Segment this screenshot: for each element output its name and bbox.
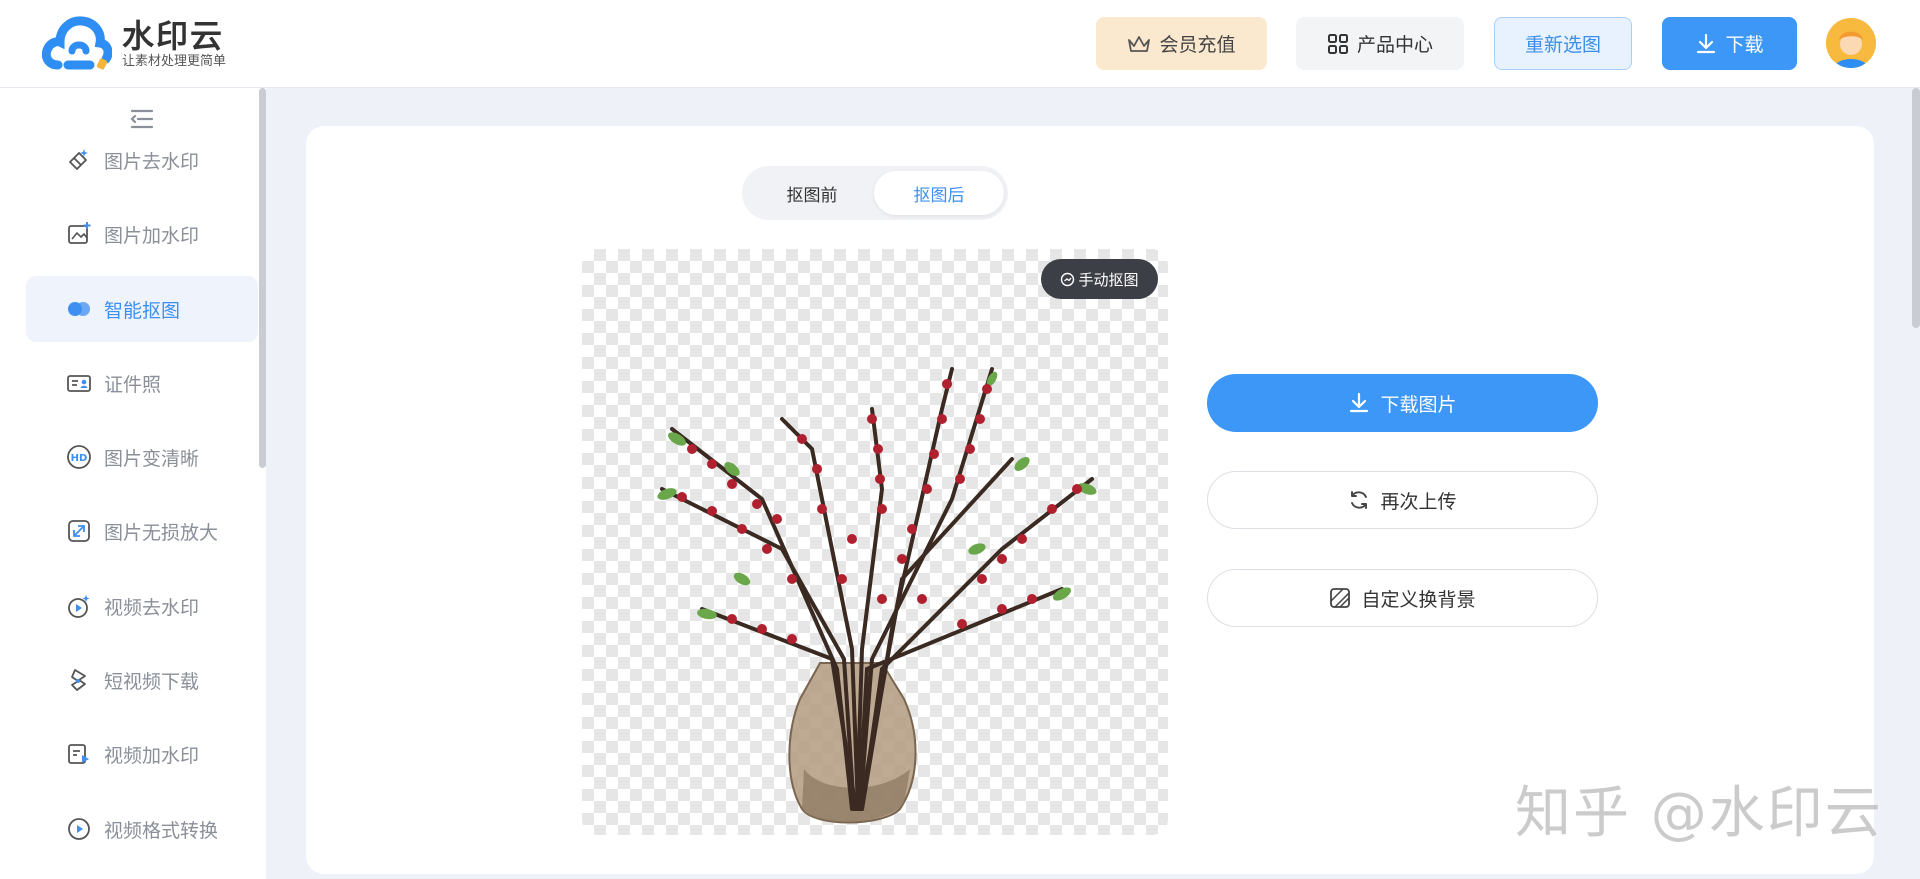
reupload-button[interactable]: 再次上传 — [1207, 471, 1598, 529]
sidebar-item-add-video-watermark[interactable]: 视频加水印 — [26, 721, 258, 787]
tab-after-cutout[interactable]: 抠图后 — [874, 171, 1004, 215]
sidebar-item-label: 智能抠图 — [104, 299, 181, 322]
crown-icon — [1127, 34, 1151, 54]
cloud-logo-icon — [42, 16, 112, 70]
hd-icon: HD — [66, 444, 92, 470]
custom-background-icon — [1329, 587, 1351, 609]
sidebar-item-image-enhance[interactable]: HD 图片变清晰 — [26, 424, 258, 490]
sidebar-item-smart-cutout[interactable]: 智能抠图 — [26, 276, 258, 342]
sidebar-item-video-format-convert[interactable]: 视频格式转换 — [26, 796, 258, 862]
custom-background-label: 自定义换背景 — [1361, 588, 1476, 611]
id-card-icon — [66, 370, 92, 396]
download-icon — [1348, 392, 1370, 414]
page-scrollbar[interactable] — [1912, 88, 1920, 328]
video-eraser-icon — [66, 593, 92, 619]
manual-cutout-button[interactable]: 手动抠图 — [1041, 259, 1158, 299]
download-image-label: 下载图片 — [1380, 393, 1457, 416]
download-image-button[interactable]: 下载图片 — [1207, 374, 1598, 432]
sidebar-item-id-photo[interactable]: 证件照 — [26, 350, 258, 416]
sidebar-item-add-image-watermark[interactable]: 图片加水印 — [26, 201, 258, 267]
cutout-preview-canvas[interactable] — [582, 249, 1168, 835]
download-label: 下载 — [1725, 34, 1764, 56]
logo-title: 水印云 — [122, 17, 225, 55]
sidebar-item-remove-video-watermark[interactable]: 视频去水印 — [26, 573, 258, 639]
image-add-icon — [66, 221, 92, 247]
app-logo[interactable]: 水印云 让素材处理更简单 — [42, 14, 226, 74]
sidebar-scrollbar[interactable] — [259, 88, 266, 468]
grid-icon — [1327, 33, 1349, 55]
logo-slogan: 让素材处理更简单 — [122, 54, 227, 69]
reselect-image-button[interactable]: 重新选图 — [1494, 17, 1632, 70]
products-label: 产品中心 — [1356, 34, 1433, 56]
top-header: 水印云 让素材处理更简单 会员充值 产品中心 重新选图 下载 — [0, 0, 1920, 88]
eraser-icon — [66, 147, 92, 173]
product-center-button[interactable]: 产品中心 — [1296, 17, 1464, 70]
flower-vase-image — [657, 367, 1097, 824]
smart-cutout-icon — [66, 296, 92, 322]
sidebar-item-label: 图片无损放大 — [104, 521, 219, 544]
sidebar-item-label: 图片加水印 — [104, 224, 200, 247]
sidebar-item-label: 视频格式转换 — [104, 819, 219, 842]
avatar-icon — [1826, 18, 1876, 68]
manual-cutout-icon — [1060, 272, 1075, 287]
tab-before-cutout[interactable]: 抠图前 — [747, 171, 877, 215]
reupload-label: 再次上传 — [1380, 490, 1457, 513]
vip-recharge-button[interactable]: 会员充值 — [1096, 17, 1267, 70]
expand-icon — [66, 518, 92, 544]
sidebar-item-label: 视频去水印 — [104, 596, 200, 619]
svg-text:HD: HD — [71, 453, 88, 464]
video-convert-icon — [66, 816, 92, 842]
sidebar-item-label: 图片去水印 — [104, 150, 200, 173]
vip-label: 会员充值 — [1159, 34, 1236, 56]
short-video-icon — [66, 667, 92, 693]
sidebar-item-remove-image-watermark[interactable]: 图片去水印 — [26, 127, 258, 193]
user-avatar[interactable] — [1826, 18, 1876, 68]
zhihu-watermark: 知乎 @水印云 — [1515, 781, 1883, 846]
sidebar-item-short-video-download[interactable]: 短视频下载 — [26, 647, 258, 713]
custom-background-button[interactable]: 自定义换背景 — [1207, 569, 1598, 627]
download-icon — [1695, 33, 1717, 55]
video-add-icon — [66, 741, 92, 767]
sidebar-item-label: 图片变清晰 — [104, 447, 200, 470]
header-download-button[interactable]: 下载 — [1662, 17, 1797, 70]
sidebar: 图片去水印 图片加水印 智能抠图 证件照 HD 图片变清晰 图片无损放大 视频去… — [0, 88, 266, 879]
reselect-label: 重新选图 — [1524, 34, 1601, 56]
manual-cutout-label: 手动抠图 — [1078, 270, 1139, 289]
sidebar-item-lossless-upscale[interactable]: 图片无损放大 — [26, 498, 258, 564]
before-after-toggle: 抠图前 抠图后 — [742, 166, 1008, 220]
sidebar-item-label: 证件照 — [104, 373, 162, 396]
refresh-icon — [1348, 489, 1370, 511]
sidebar-item-label: 短视频下载 — [104, 670, 200, 693]
sidebar-item-label: 视频加水印 — [104, 744, 200, 767]
